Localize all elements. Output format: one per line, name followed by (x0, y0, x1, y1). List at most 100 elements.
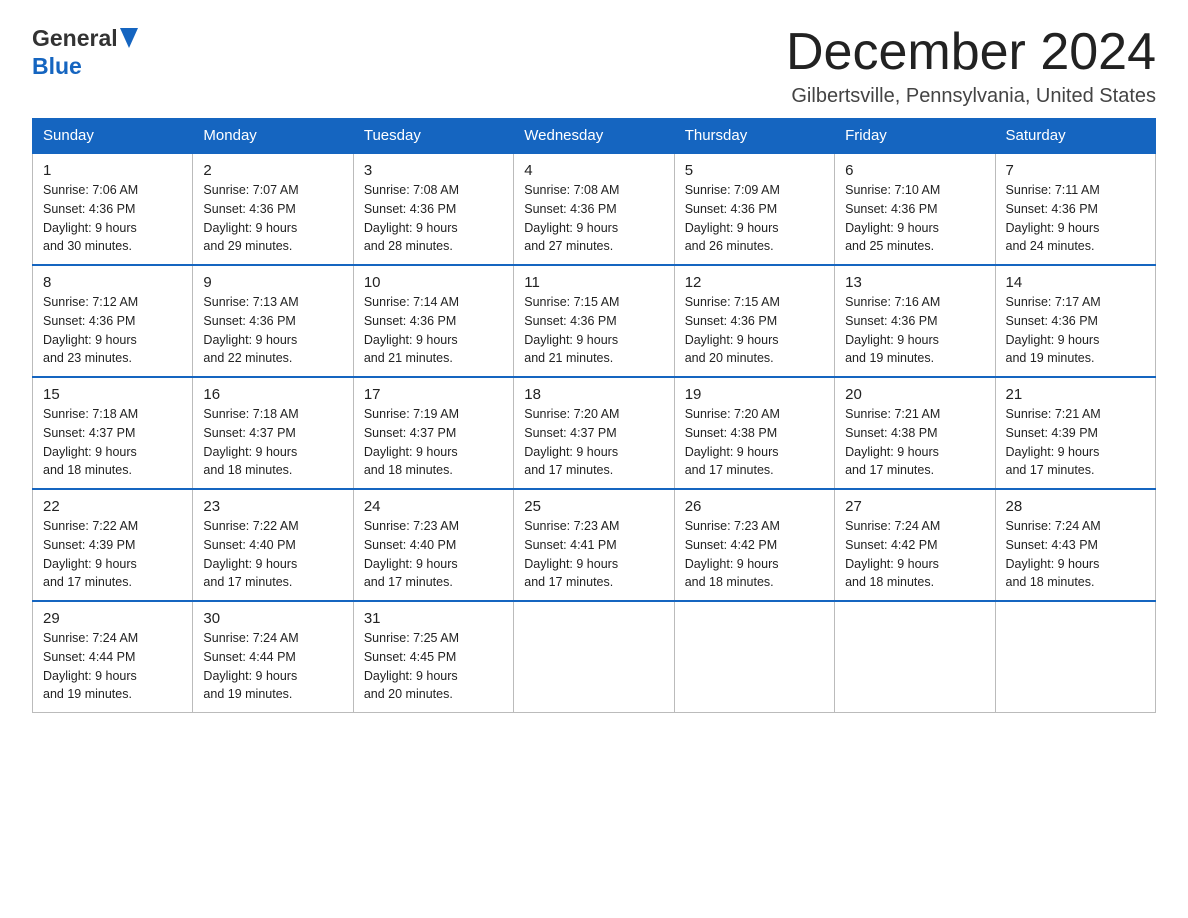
logo-blue-text: Blue (32, 53, 82, 80)
week-row-4: 22 Sunrise: 7:22 AMSunset: 4:39 PMDayligh… (33, 489, 1156, 601)
calendar-header: SundayMondayTuesdayWednesdayThursdayFrid… (33, 119, 1156, 154)
day-info: Sunrise: 7:14 AMSunset: 4:36 PMDaylight:… (364, 293, 503, 368)
day-cell: 18 Sunrise: 7:20 AMSunset: 4:37 PMDayligh… (514, 377, 674, 489)
day-number: 13 (845, 274, 984, 291)
day-cell: 2Sunrise: 7:07 AMSunset: 4:36 PMDaylight… (193, 153, 353, 265)
day-cell: 25Sunrise: 7:23 AMSunset: 4:41 PMDayligh… (514, 489, 674, 601)
calendar-table: SundayMondayTuesdayWednesdayThursdayFrid… (32, 118, 1156, 713)
week-row-3: 15 Sunrise: 7:18 AMSunset: 4:37 PMDayligh… (33, 377, 1156, 489)
day-cell (514, 601, 674, 713)
day-number: 30 (203, 610, 342, 627)
day-info: Sunrise: 7:24 AMSunset: 4:42 PMDaylight:… (845, 517, 984, 592)
day-number: 5 (685, 162, 824, 179)
day-number: 18 (524, 386, 663, 403)
day-info: Sunrise: 7:15 AMSunset: 4:36 PMDaylight:… (685, 293, 824, 368)
day-number: 14 (1006, 274, 1145, 291)
day-cell: 6 Sunrise: 7:10 AMSunset: 4:36 PMDaylight… (835, 153, 995, 265)
day-number: 28 (1006, 498, 1145, 515)
day-cell: 7 Sunrise: 7:11 AMSunset: 4:36 PMDaylight… (995, 153, 1155, 265)
day-number: 26 (685, 498, 824, 515)
day-cell: 19Sunrise: 7:20 AMSunset: 4:38 PMDayligh… (674, 377, 834, 489)
day-info: Sunrise: 7:18 AMSunset: 4:37 PMDaylight:… (43, 405, 182, 480)
day-info: Sunrise: 7:13 AMSunset: 4:36 PMDaylight:… (203, 293, 342, 368)
day-number: 23 (203, 498, 342, 515)
day-number: 6 (845, 162, 984, 179)
day-info: Sunrise: 7:22 AMSunset: 4:40 PMDaylight:… (203, 517, 342, 592)
day-cell (674, 601, 834, 713)
day-number: 22 (43, 498, 182, 515)
day-info: Sunrise: 7:24 AMSunset: 4:43 PMDaylight:… (1006, 517, 1145, 592)
header-day-friday: Friday (835, 119, 995, 154)
day-info: Sunrise: 7:21 AMSunset: 4:38 PMDaylight:… (845, 405, 984, 480)
day-info: Sunrise: 7:23 AMSunset: 4:40 PMDaylight:… (364, 517, 503, 592)
day-info: Sunrise: 7:18 AMSunset: 4:37 PMDaylight:… (203, 405, 342, 480)
day-cell: 9 Sunrise: 7:13 AMSunset: 4:36 PMDaylight… (193, 265, 353, 377)
day-info: Sunrise: 7:10 AMSunset: 4:36 PMDaylight:… (845, 181, 984, 256)
day-cell: 29 Sunrise: 7:24 AMSunset: 4:44 PMDayligh… (33, 601, 193, 713)
day-cell: 20 Sunrise: 7:21 AMSunset: 4:38 PMDayligh… (835, 377, 995, 489)
day-number: 21 (1006, 386, 1145, 403)
day-number: 16 (203, 386, 342, 403)
day-info: Sunrise: 7:09 AMSunset: 4:36 PMDaylight:… (685, 181, 824, 256)
day-cell: 28 Sunrise: 7:24 AMSunset: 4:43 PMDayligh… (995, 489, 1155, 601)
day-cell: 30 Sunrise: 7:24 AMSunset: 4:44 PMDayligh… (193, 601, 353, 713)
day-number: 11 (524, 274, 663, 291)
day-info: Sunrise: 7:21 AMSunset: 4:39 PMDaylight:… (1006, 405, 1145, 480)
day-number: 15 (43, 386, 182, 403)
day-info: Sunrise: 7:24 AMSunset: 4:44 PMDaylight:… (43, 629, 182, 704)
day-cell: 27Sunrise: 7:24 AMSunset: 4:42 PMDayligh… (835, 489, 995, 601)
day-cell: 10 Sunrise: 7:14 AMSunset: 4:36 PMDayligh… (353, 265, 513, 377)
day-number: 10 (364, 274, 503, 291)
day-number: 4 (524, 162, 663, 179)
header-day-saturday: Saturday (995, 119, 1155, 154)
day-cell: 14 Sunrise: 7:17 AMSunset: 4:36 PMDayligh… (995, 265, 1155, 377)
day-cell: 11 Sunrise: 7:15 AMSunset: 4:36 PMDayligh… (514, 265, 674, 377)
page-header: General Blue December 2024 Gilbertsville… (32, 24, 1156, 108)
day-info: Sunrise: 7:08 AMSunset: 4:36 PMDaylight:… (364, 181, 503, 256)
day-number: 31 (364, 610, 503, 627)
day-number: 8 (43, 274, 182, 291)
day-number: 20 (845, 386, 984, 403)
day-cell (835, 601, 995, 713)
day-number: 29 (43, 610, 182, 627)
logo-triangle-icon (120, 28, 138, 53)
day-number: 25 (524, 498, 663, 515)
header-day-wednesday: Wednesday (514, 119, 674, 154)
week-row-1: 1 Sunrise: 7:06 AMSunset: 4:36 PMDaylight… (33, 153, 1156, 265)
day-info: Sunrise: 7:17 AMSunset: 4:36 PMDaylight:… (1006, 293, 1145, 368)
day-info: Sunrise: 7:15 AMSunset: 4:36 PMDaylight:… (524, 293, 663, 368)
header-day-monday: Monday (193, 119, 353, 154)
day-info: Sunrise: 7:08 AMSunset: 4:36 PMDaylight:… (524, 181, 663, 256)
day-info: Sunrise: 7:24 AMSunset: 4:44 PMDaylight:… (203, 629, 342, 704)
day-info: Sunrise: 7:06 AMSunset: 4:36 PMDaylight:… (43, 181, 182, 256)
week-row-5: 29 Sunrise: 7:24 AMSunset: 4:44 PMDayligh… (33, 601, 1156, 713)
day-number: 3 (364, 162, 503, 179)
day-info: Sunrise: 7:19 AMSunset: 4:37 PMDaylight:… (364, 405, 503, 480)
day-number: 9 (203, 274, 342, 291)
day-info: Sunrise: 7:12 AMSunset: 4:36 PMDaylight:… (43, 293, 182, 368)
day-cell: 24 Sunrise: 7:23 AMSunset: 4:40 PMDayligh… (353, 489, 513, 601)
day-number: 1 (43, 162, 182, 179)
header-day-thursday: Thursday (674, 119, 834, 154)
day-info: Sunrise: 7:23 AMSunset: 4:42 PMDaylight:… (685, 517, 824, 592)
day-cell: 17 Sunrise: 7:19 AMSunset: 4:37 PMDayligh… (353, 377, 513, 489)
day-cell: 23 Sunrise: 7:22 AMSunset: 4:40 PMDayligh… (193, 489, 353, 601)
header-day-tuesday: Tuesday (353, 119, 513, 154)
day-cell: 1 Sunrise: 7:06 AMSunset: 4:36 PMDaylight… (33, 153, 193, 265)
week-row-2: 8 Sunrise: 7:12 AMSunset: 4:36 PMDaylight… (33, 265, 1156, 377)
day-cell: 15 Sunrise: 7:18 AMSunset: 4:37 PMDayligh… (33, 377, 193, 489)
day-cell: 4 Sunrise: 7:08 AMSunset: 4:36 PMDaylight… (514, 153, 674, 265)
day-number: 12 (685, 274, 824, 291)
day-number: 7 (1006, 162, 1145, 179)
day-cell: 3 Sunrise: 7:08 AMSunset: 4:36 PMDaylight… (353, 153, 513, 265)
day-info: Sunrise: 7:20 AMSunset: 4:37 PMDaylight:… (524, 405, 663, 480)
day-info: Sunrise: 7:11 AMSunset: 4:36 PMDaylight:… (1006, 181, 1145, 256)
day-number: 17 (364, 386, 503, 403)
title-section: December 2024 Gilbertsville, Pennsylvani… (786, 24, 1156, 108)
day-info: Sunrise: 7:22 AMSunset: 4:39 PMDaylight:… (43, 517, 182, 592)
day-info: Sunrise: 7:20 AMSunset: 4:38 PMDaylight:… (685, 405, 824, 480)
day-number: 24 (364, 498, 503, 515)
header-row: SundayMondayTuesdayWednesdayThursdayFrid… (33, 119, 1156, 154)
month-title: December 2024 (786, 24, 1156, 81)
calendar-body: 1 Sunrise: 7:06 AMSunset: 4:36 PMDaylight… (33, 153, 1156, 713)
